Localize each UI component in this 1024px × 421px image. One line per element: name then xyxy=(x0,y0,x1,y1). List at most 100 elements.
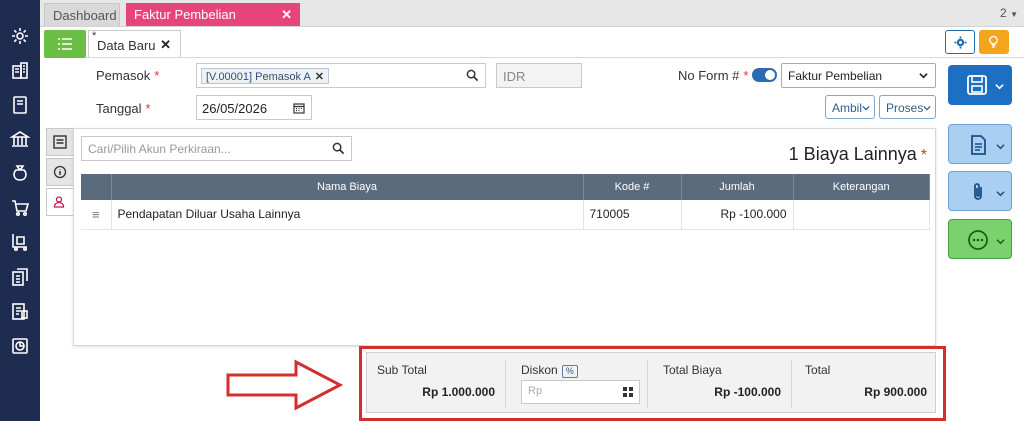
chevron-down-icon xyxy=(996,191,1005,197)
form-type-value: Faktur Pembelian xyxy=(788,69,883,83)
biaya-count: 1 Biaya Lainnya * xyxy=(788,144,927,164)
noform-label: No Form # * xyxy=(678,68,749,83)
money-bag-icon[interactable] xyxy=(10,163,30,183)
jumlah-cell: Rp -100.000 xyxy=(681,200,794,230)
keterangan-cell xyxy=(793,200,930,230)
document-icon xyxy=(971,135,986,155)
chevron-down-icon xyxy=(996,144,1005,150)
column-header[interactable]: Jumlah xyxy=(681,174,794,200)
divider xyxy=(647,360,648,408)
list-icon xyxy=(53,135,67,149)
side-tab-biaya[interactable] xyxy=(46,188,74,216)
unsaved-marker: * xyxy=(92,30,97,42)
building-icon[interactable] xyxy=(10,60,30,80)
tab-dashboard[interactable]: Dashboard xyxy=(44,3,120,26)
tax-icon[interactable] xyxy=(10,301,30,321)
chevron-down-icon xyxy=(919,73,928,79)
tab-count[interactable]: 2 ▼ xyxy=(1000,6,1018,20)
gear-icon xyxy=(954,36,967,49)
more-options-button[interactable] xyxy=(948,219,1012,259)
more-dots-icon xyxy=(968,230,988,250)
total-value: Rp 900.000 xyxy=(864,385,927,399)
column-header[interactable]: Kode # xyxy=(583,174,682,200)
tab-count-value: 2 xyxy=(1000,6,1007,20)
biaya-table: Nama Biaya Kode # Jumlah Keterangan ≡ Pe… xyxy=(81,174,930,230)
chevron-down-icon xyxy=(923,105,931,111)
pemasok-chip: [V.00001] Pemasok A ✕ xyxy=(201,68,329,84)
drag-handle-icon[interactable]: ≡ xyxy=(81,200,112,230)
diskon-section: Diskon% Rp xyxy=(367,353,647,414)
tanggal-value: 26/05/2026 xyxy=(202,101,268,116)
handle-column-header xyxy=(81,174,112,200)
side-tab-info[interactable] xyxy=(46,158,74,186)
top-tab-bar: Dashboard Faktur Pembelian ✕ 2 ▼ xyxy=(40,0,1024,27)
dashboard-report-icon[interactable] xyxy=(10,336,30,356)
divider xyxy=(86,57,1024,58)
total-biaya-value: Rp -100.000 xyxy=(714,385,781,399)
total-biaya-section: Total Biaya Rp -100.000 xyxy=(653,353,791,414)
settings-button[interactable] xyxy=(945,30,975,54)
trolley-icon[interactable] xyxy=(10,232,30,252)
annotation-arrow xyxy=(226,359,344,411)
column-header[interactable]: Keterangan xyxy=(793,174,930,200)
document-button[interactable] xyxy=(948,124,1012,164)
account-search-input[interactable]: Cari/Pilih Akun Perkiraan... xyxy=(81,136,352,161)
book-icon[interactable] xyxy=(10,95,30,115)
search-icon xyxy=(332,142,345,155)
total-biaya-label: Total Biaya xyxy=(663,363,722,377)
biaya-panel: Cari/Pilih Akun Perkiraan... 1 Biaya Lai… xyxy=(73,128,936,346)
kode-cell: 710005 xyxy=(583,200,682,230)
left-nav xyxy=(0,0,40,421)
total-section: Total Rp 900.000 xyxy=(795,353,937,414)
search-icon xyxy=(466,69,479,82)
chevron-down-icon xyxy=(996,239,1005,245)
account-search-placeholder: Cari/Pilih Akun Perkiraan... xyxy=(88,142,231,156)
chevron-down-icon xyxy=(995,84,1004,90)
proses-label: Proses xyxy=(886,101,924,115)
form-type-select[interactable]: Faktur Pembelian xyxy=(781,63,936,88)
pemasok-label: Pemasok * xyxy=(96,68,160,83)
diskon-placeholder: Rp xyxy=(528,385,543,397)
divider xyxy=(791,360,792,408)
column-header[interactable]: Nama Biaya xyxy=(111,174,584,200)
remove-icon[interactable]: ✕ xyxy=(315,71,324,83)
user-cost-icon xyxy=(53,196,65,208)
chevron-down-icon xyxy=(862,105,870,111)
lightbulb-icon xyxy=(989,35,998,48)
close-icon[interactable]: ✕ xyxy=(281,3,292,26)
close-icon[interactable]: ✕ xyxy=(160,37,171,53)
attachment-button[interactable] xyxy=(948,171,1012,211)
diskon-label: Diskon% xyxy=(521,363,578,378)
tab-label: Faktur Pembelian xyxy=(134,7,236,22)
diskon-input[interactable]: Rp xyxy=(521,380,640,404)
ambil-button[interactable]: Ambil xyxy=(825,95,875,119)
pemasok-input[interactable]: [V.00001] Pemasok A ✕ xyxy=(196,63,486,88)
tanggal-input[interactable]: 26/05/2026 xyxy=(196,95,312,120)
tab-data-baru[interactable]: * Data Baru ✕ xyxy=(88,30,181,58)
ambil-label: Ambil xyxy=(832,101,863,115)
percent-toggle[interactable]: % xyxy=(561,365,578,378)
info-icon xyxy=(53,165,67,179)
list-view-button[interactable] xyxy=(44,30,86,58)
calculator-icon xyxy=(623,387,633,397)
tips-button[interactable] xyxy=(979,30,1009,54)
noform-toggle[interactable] xyxy=(752,68,777,82)
chevron-down-icon: ▼ xyxy=(1010,10,1018,19)
report-icon[interactable] xyxy=(10,267,30,287)
currency-field: IDR xyxy=(496,63,582,88)
total-label: Total xyxy=(805,363,831,377)
table-row[interactable]: ≡ Pendapatan Diluar Usaha Lainnya 710005… xyxy=(81,200,930,230)
cart-icon[interactable] xyxy=(10,198,30,218)
save-button[interactable] xyxy=(948,65,1012,105)
floppy-disk-icon xyxy=(967,75,987,95)
doc-tab-label: Data Baru xyxy=(97,38,156,53)
nama-biaya-cell: Pendapatan Diluar Usaha Lainnya xyxy=(111,200,584,230)
bank-icon[interactable] xyxy=(9,129,31,149)
tab-faktur-pembelian[interactable]: Faktur Pembelian ✕ xyxy=(126,3,300,26)
proses-button[interactable]: Proses xyxy=(879,95,936,119)
paperclip-icon xyxy=(974,183,982,200)
tanggal-label: Tanggal * xyxy=(96,101,151,116)
calendar-icon xyxy=(293,103,305,114)
side-tab-detail[interactable] xyxy=(46,128,74,156)
settings-icon[interactable] xyxy=(10,26,30,46)
